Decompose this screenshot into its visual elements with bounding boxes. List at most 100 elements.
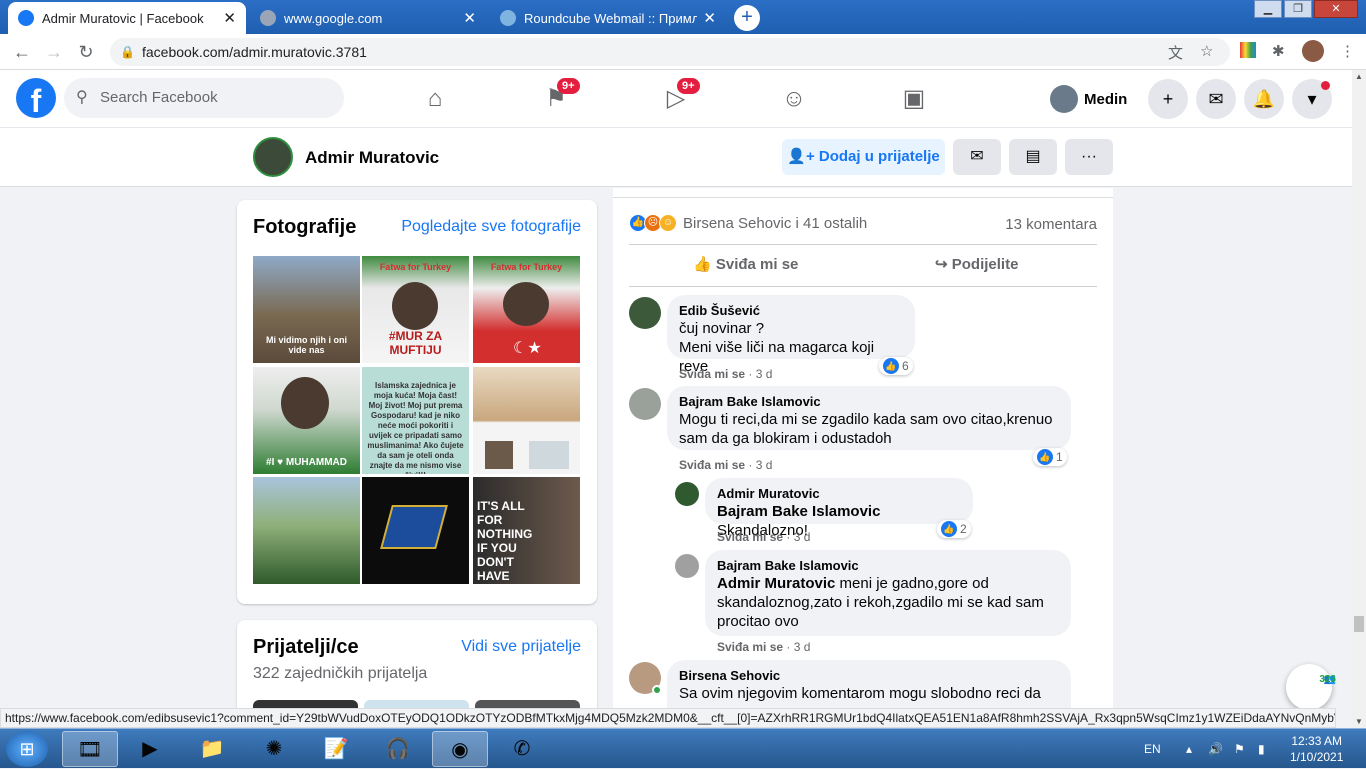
scrollbar-thumb[interactable] [1354,616,1364,632]
commenter-avatar[interactable] [629,297,661,329]
menu-dots-icon[interactable]: ⋮ [1340,42,1355,60]
profile-name[interactable]: Admir Muratovic [305,148,439,168]
comment-like-link[interactable]: Sviđa mi se [679,458,745,472]
maximize-button[interactable]: ❐ [1284,0,1312,18]
comment-like-link[interactable]: Sviđa mi se [679,367,745,381]
see-all-photos-link[interactable]: Pogledajte sve fotografije [401,218,581,236]
follow-button[interactable]: ▤ [1009,139,1057,175]
comment-time[interactable]: 3 d [794,530,811,544]
minimize-button[interactable]: ▁ [1254,0,1282,18]
start-button[interactable]: ⊞ [6,731,48,767]
notifications-bell-icon[interactable]: 🔔 [1244,79,1284,119]
notes-taskbar-icon[interactable]: 📝 [308,731,364,767]
photo-thumbnail[interactable]: Fatwa for Turkey ☾★ [473,256,580,363]
share-button[interactable]: ↪ Podijelite [935,255,1018,273]
commenter-avatar[interactable] [629,388,661,420]
reactions-summary[interactable]: 👍 ☹ ☺ Birsena Sehovic i 41 ostalih [629,214,867,232]
see-all-friends-link[interactable]: Vidi sve prijatelje [461,638,581,656]
close-tab-icon[interactable]: ✕ [703,9,716,27]
comment-author[interactable]: Birsena Sehovic [679,668,1059,684]
tab-facebook[interactable]: Admir Muratovic | Facebook ✕ [8,2,246,34]
comment-text: Mogu ti reci,da mi se zgadilo kada sam o… [679,411,1053,428]
comment-author[interactable]: Bajram Bake Islamovic [679,394,1059,410]
commenter-avatar[interactable] [675,482,699,506]
reload-icon[interactable]: ↻ [74,40,98,64]
language-indicator[interactable]: EN [1144,729,1161,769]
profile-shortcut[interactable]: Medin [1050,83,1127,115]
comment-time[interactable]: 3 d [794,640,811,654]
pages-flag-icon[interactable]: ⚑ 9+ [541,78,580,114]
photo-caption: Mi vidimo njih i oni vide nas [266,335,347,355]
messenger-icon[interactable]: ✉ [1196,79,1236,119]
message-button[interactable]: ✉ [953,139,1001,175]
video-player-taskbar-icon[interactable]: ▶ [122,731,178,767]
home-icon[interactable]: ⌂ [420,84,450,114]
media-player-taskbar-icon[interactable]: 🎞 [62,731,118,767]
facebook-logo[interactable]: f [16,78,56,119]
comment-like-count[interactable]: 👍 2 [937,520,971,538]
profile-avatar-icon[interactable] [1302,40,1324,62]
tab-google[interactable]: www.google.com ✕ [250,2,486,34]
photo-thumbnail[interactable]: Fatwa for Turkey #MUR ZA MUFTIJU [362,256,469,363]
comment-like-link[interactable]: Sviđa mi se [717,530,783,544]
add-friend-button[interactable]: 👤+ Dodaj u prijatelje [782,139,945,175]
headset-taskbar-icon[interactable]: 🎧 [370,731,426,767]
scroll-down-icon[interactable]: ▼ [1355,717,1363,726]
comment-time[interactable]: 3 d [756,458,773,472]
viber-taskbar-icon[interactable]: ✆ [494,731,550,767]
groups-icon[interactable]: ☺ [779,84,809,114]
comment-like-link[interactable]: Sviđa mi se [717,640,783,654]
forward-icon[interactable]: → [42,40,66,64]
photo-thumbnail[interactable] [473,367,580,474]
comment-author[interactable]: Admir Muratovic [717,486,961,502]
comment-like-count[interactable]: 👍 6 [879,357,913,375]
close-window-button[interactable]: ✕ [1314,0,1358,18]
back-icon[interactable]: ← [10,40,34,64]
file-explorer-taskbar-icon[interactable]: 📁 [184,731,240,767]
follow-icon: ▤ [1025,148,1041,165]
search-input[interactable]: ⚲ Search Facebook [64,78,344,118]
tab-roundcube[interactable]: Roundcube Webmail :: Примљене ✕ [490,2,726,34]
tray-expand-icon[interactable]: ▴ [1186,729,1192,769]
contacts-chat-button[interactable]: 👥 326 [1286,664,1336,710]
system-clock[interactable]: 12:33 AM 1/10/2021 [1290,733,1343,765]
create-plus-icon[interactable]: + [1148,79,1188,119]
commenter-avatar[interactable] [675,554,699,578]
comment-author[interactable]: Edib Šušević [679,303,903,319]
url-bar[interactable]: 🔒 facebook.com/admir.muratovic.3781 [110,38,1230,66]
chrome-taskbar-icon[interactable]: ◉ [432,731,488,767]
mention-tag[interactable]: Bajram Bake Islamovic [717,503,880,520]
photo-thumbnail[interactable] [253,477,360,584]
volume-icon[interactable]: 🔊 [1208,729,1223,769]
photo-thumbnail[interactable]: Mi vidimo njih i oni vide nas [253,256,360,363]
comment-text: meni je gadno,gore od [839,575,989,592]
page-scrollbar[interactable]: ▲ ▼ [1352,70,1366,728]
account-dropdown-icon[interactable]: ▾ [1292,79,1332,119]
action-center-flag-icon[interactable]: ⚑ [1234,729,1245,769]
post-divider [613,188,1113,198]
scroll-up-icon[interactable]: ▲ [1355,72,1363,81]
close-tab-icon[interactable]: ✕ [463,9,476,27]
like-button[interactable]: 👍 Sviđa mi se [693,255,798,273]
photo-thumbnail[interactable] [362,477,469,584]
photo-thumbnail[interactable]: #I ♥ MUHAMMAD [253,367,360,474]
more-options-button[interactable]: ··· [1065,139,1113,175]
extensions-icon[interactable]: ✱ [1272,42,1285,60]
comment-author[interactable]: Bajram Bake Islamovic [717,558,1059,574]
new-tab-button[interactable]: + [734,5,760,31]
network-taskbar-icon[interactable]: ✺ [246,731,302,767]
comments-count[interactable]: 13 komentara [1005,216,1097,233]
comment-like-count[interactable]: 👍 1 [1033,448,1067,466]
watch-icon[interactable]: ▷ 9+ [661,78,700,114]
gaming-icon[interactable]: ▣ [899,84,929,114]
profile-avatar[interactable] [253,137,293,177]
comment-time[interactable]: 3 d [756,367,773,381]
color-extension-icon[interactable] [1240,42,1256,58]
close-tab-icon[interactable]: ✕ [223,9,236,27]
mention-tag[interactable]: Admir Muratovic [717,575,835,592]
bookmark-star-icon[interactable]: ☆ [1200,42,1213,60]
photo-thumbnail[interactable]: Islamska zajednica je moja kuća! Moja ča… [362,367,469,474]
network-signal-icon[interactable]: ▮ [1258,729,1265,769]
translate-icon[interactable]: 文 [1168,42,1183,63]
photo-thumbnail[interactable]: IT'S ALL FOR NOTHING IF YOU DON'T HAVE F… [473,477,580,584]
